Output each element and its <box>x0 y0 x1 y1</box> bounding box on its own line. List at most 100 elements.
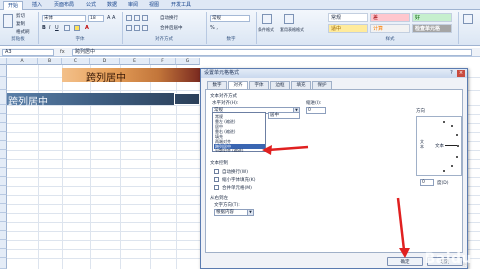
column-header[interactable]: A <box>7 58 38 65</box>
grow-font-icon[interactable]: A A <box>107 15 115 21</box>
align-center-icon[interactable] <box>134 25 140 31</box>
tab-review[interactable]: 审阅 <box>125 1 141 10</box>
row-header[interactable] <box>0 177 7 186</box>
cut-button[interactable]: 剪切 <box>16 13 25 19</box>
style-normal[interactable]: 常规 <box>328 13 368 22</box>
style-calculation[interactable]: 计算 <box>370 24 410 33</box>
degrees-label: 度(D) <box>437 181 449 186</box>
style-bad[interactable]: 差 <box>370 13 410 22</box>
column-header[interactable]: G <box>176 58 200 65</box>
format-painter-button[interactable]: 格式刷 <box>16 29 30 35</box>
table-format-icon[interactable] <box>284 14 294 24</box>
merge-checkbox[interactable] <box>214 185 219 190</box>
ok-button[interactable]: 确定 <box>387 257 423 266</box>
number-group-label: 数字 <box>226 37 236 42</box>
row-header[interactable] <box>0 141 7 150</box>
font-color-icon[interactable]: A <box>85 25 89 31</box>
row-cell-text: 跨列居中 <box>8 97 48 108</box>
tab-number[interactable]: 数字 <box>207 81 227 89</box>
column-header[interactable]: E <box>120 58 150 65</box>
currency-icon[interactable]: % , <box>210 25 218 31</box>
row-header[interactable] <box>0 123 7 132</box>
tab-protection[interactable]: 保护 <box>312 81 332 89</box>
close-icon[interactable]: × <box>457 70 465 77</box>
number-format-select[interactable]: 常规 <box>210 15 250 22</box>
help-icon[interactable]: ? <box>448 70 455 77</box>
tab-data[interactable]: 数据 <box>104 1 120 10</box>
style-check-cell[interactable]: 检查单元格 <box>412 24 452 33</box>
row-header[interactable] <box>0 90 7 105</box>
row-header[interactable] <box>0 132 7 141</box>
column-header[interactable]: C <box>62 58 90 65</box>
font-name-select[interactable]: 宋体 <box>42 15 86 22</box>
name-box[interactable]: A3 <box>2 49 54 56</box>
vertical-text-button[interactable]: 文本 <box>420 139 425 149</box>
font-size-select[interactable]: 18 <box>88 15 104 22</box>
chevron-down-icon[interactable]: ▼ <box>247 210 253 215</box>
row-header[interactable] <box>0 231 7 240</box>
align-middle-icon[interactable] <box>134 15 140 21</box>
orientation-dial[interactable]: 文本 文本 <box>416 116 462 176</box>
align-top-icon[interactable] <box>126 15 132 21</box>
conditional-format-button[interactable]: 条件格式 <box>258 27 274 33</box>
italic-icon[interactable]: I <box>49 25 50 31</box>
column-header[interactable]: D <box>90 58 120 65</box>
orientation-dot <box>451 125 453 127</box>
indent-spinner[interactable]: 0 <box>306 107 326 114</box>
align-bottom-icon[interactable] <box>142 15 148 21</box>
row-header[interactable] <box>0 258 7 269</box>
tab-font[interactable]: 字体 <box>249 81 269 89</box>
paste-icon[interactable] <box>3 14 13 28</box>
title-band[interactable] <box>62 68 200 82</box>
tab-border[interactable]: 边框 <box>270 81 290 89</box>
underline-icon[interactable]: U <box>55 25 59 31</box>
row-header[interactable] <box>0 195 7 204</box>
style-good[interactable]: 好 <box>412 13 452 22</box>
table-format-button[interactable]: 套用表格格式 <box>280 27 304 33</box>
row-header[interactable] <box>0 222 7 231</box>
orientation-dot <box>443 121 445 123</box>
shrink-checkbox[interactable] <box>214 177 219 182</box>
tab-home[interactable]: 开始 <box>3 1 23 10</box>
align-left-icon[interactable] <box>126 25 132 31</box>
direction-select[interactable]: 根据内容 ▼ <box>214 209 254 216</box>
tab-page-layout[interactable]: 页面布局 <box>50 1 78 10</box>
row-header[interactable] <box>0 168 7 177</box>
row-header[interactable] <box>0 240 7 249</box>
row-header[interactable] <box>0 114 7 123</box>
fx-icon[interactable]: fx <box>60 49 65 55</box>
copy-button[interactable]: 复制 <box>16 21 25 27</box>
insert-cells-icon[interactable] <box>463 14 473 24</box>
formula-input[interactable]: 跨列居中 <box>72 49 472 56</box>
row-header[interactable] <box>0 213 7 222</box>
conditional-format-icon[interactable] <box>262 14 272 24</box>
tab-developer[interactable]: 开发工具 <box>167 1 195 10</box>
list-item[interactable]: 分散对齐 (缩进) <box>214 148 265 152</box>
tab-fill[interactable]: 填充 <box>291 81 311 89</box>
select-all-corner[interactable] <box>0 58 7 65</box>
vertical-select[interactable]: 居中 <box>268 112 300 119</box>
row-header[interactable] <box>0 249 7 258</box>
horizontal-options-list[interactable]: 常规 靠左 (缩进) 居中 靠右 (缩进) 填充 两端对齐 跨列居中 分散对齐 … <box>212 112 266 152</box>
tab-formulas[interactable]: 公式 <box>83 1 99 10</box>
row-header[interactable] <box>0 150 7 159</box>
style-neutral[interactable]: 适中 <box>328 24 368 33</box>
tab-insert[interactable]: 插入 <box>29 1 45 10</box>
row-header[interactable] <box>0 77 7 90</box>
degrees-spinner[interactable]: 0 <box>420 179 434 186</box>
row-header[interactable] <box>0 186 7 195</box>
fill-color-icon[interactable] <box>74 25 80 31</box>
wrap-text-button[interactable]: 自动换行 <box>160 15 178 21</box>
column-header[interactable]: B <box>38 58 62 65</box>
row-header[interactable] <box>0 159 7 168</box>
row-header[interactable] <box>0 105 7 114</box>
tab-view[interactable]: 视图 <box>146 1 162 10</box>
align-right-icon[interactable] <box>142 25 148 31</box>
border-icon[interactable] <box>64 25 70 31</box>
bold-icon[interactable]: B <box>42 25 46 31</box>
row-header[interactable] <box>0 65 7 77</box>
merge-center-button[interactable]: 合并后居中 <box>160 25 183 31</box>
wrap-checkbox[interactable] <box>214 169 219 174</box>
row-header[interactable] <box>0 204 7 213</box>
column-header[interactable]: F <box>150 58 176 65</box>
